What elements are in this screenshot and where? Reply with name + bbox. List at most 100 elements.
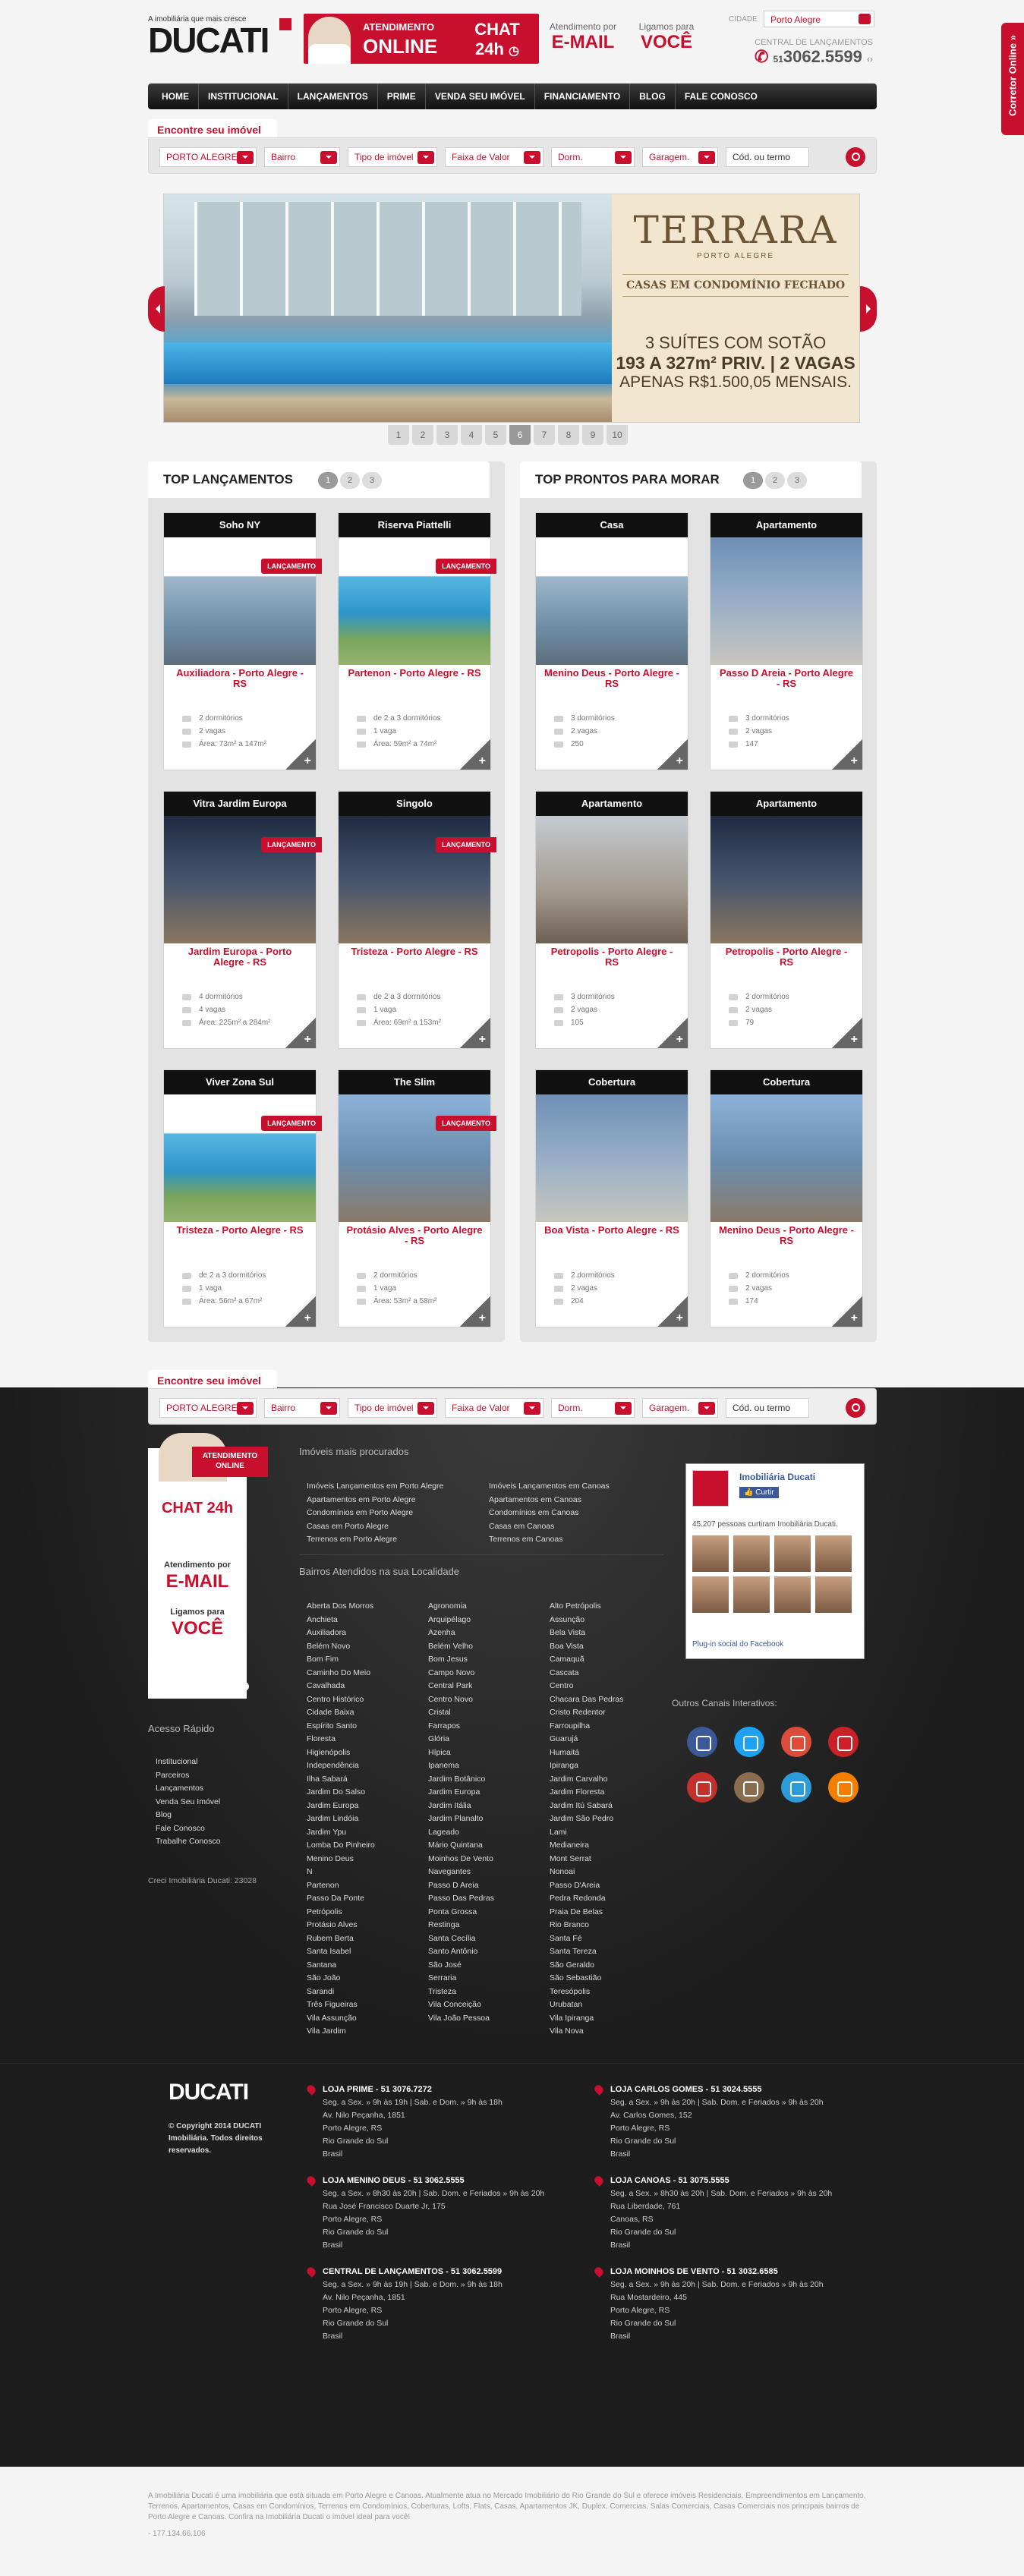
page-button[interactable]: 1 [318,472,338,489]
avatar[interactable] [815,1576,852,1613]
footer-link[interactable]: Apartamentos em Porto Alegre [307,1494,443,1507]
footer-link[interactable]: Lomba Do Pinheiro [307,1839,375,1853]
property-card[interactable]: Singolo LANÇAMENTO Tristeza - Porto Alegre… [338,791,496,1049]
plus-icon[interactable] [832,1018,862,1048]
nav-lancamentos[interactable]: LANÇAMENTOS [288,83,378,109]
footer-link[interactable]: Jardim Europa [428,1786,494,1800]
slider-page[interactable]: 2 [412,425,433,445]
footer-link[interactable]: Santana [307,1959,375,1973]
footer-link[interactable]: Vila Ipiranga [550,2012,623,2026]
nav-venda[interactable]: VENDA SEU IMÓVEL [426,83,535,109]
footer-link[interactable]: Teresópolis [550,1986,623,1999]
plus-icon[interactable] [832,739,862,770]
card-name[interactable]: Apartamento [710,513,862,537]
search-tipo-select[interactable]: Tipo de imóvel [348,147,437,167]
nav-financiamento[interactable]: FINANCIAMENTO [535,83,631,109]
footer-link[interactable]: N [307,1866,375,1879]
footer-link[interactable]: Alto Petrópolis [550,1600,623,1614]
footer-link[interactable]: Cidade Baixa [307,1706,375,1720]
avatar[interactable] [815,1535,852,1572]
card-photo[interactable] [339,1094,490,1222]
search-valor-select[interactable]: Faixa de Valor [445,1398,544,1418]
facebook-plugin-label[interactable]: Plug-in social do Facebook [692,1640,783,1649]
facebook-widget[interactable]: Imobiliária Ducati 👍 Curtir 45.207 pesso… [685,1463,865,1659]
prev-arrow-icon[interactable] [148,1682,157,1691]
city-select[interactable]: Porto Alegre [764,11,874,27]
avatar[interactable] [692,1535,729,1572]
property-card[interactable]: Riserva Piattelli LANÇAMENTO Partenon - Po… [338,512,496,770]
card-photo[interactable] [164,816,316,943]
slider-page[interactable]: 7 [534,425,555,445]
card-location[interactable]: Partenon - Porto Alegre - RS [346,668,483,679]
google-icon[interactable] [781,1727,811,1757]
footer-link[interactable]: Cavalhada [307,1680,375,1693]
card-name[interactable]: Vitra Jardim Europa [164,792,316,816]
footer-link[interactable]: Rio Branco [550,1919,623,1932]
slider-page[interactable]: 10 [607,425,628,445]
card-name[interactable]: Viver Zona Sul [164,1070,316,1094]
footer-link[interactable]: Medianeira [550,1839,623,1853]
search-dorm-select[interactable]: Dorm. [551,1398,635,1418]
plus-icon[interactable] [285,1296,316,1327]
footer-link[interactable]: Petrópolis [307,1906,375,1919]
card-name[interactable]: Apartamento [710,792,862,816]
footer-link[interactable]: Passo Da Ponte [307,1892,375,1906]
property-card[interactable]: Soho NY LANÇAMENTO Auxiliadora - Porto Ale… [163,512,322,770]
plus-icon[interactable] [285,1018,316,1048]
card-location[interactable]: Menino Deus - Porto Alegre - RS [718,1225,855,1246]
nav-fale-conosco[interactable]: FALE CONOSCO [676,83,767,109]
avatar[interactable] [774,1535,811,1572]
foursquare-icon[interactable] [781,1772,811,1803]
card-photo[interactable] [536,1094,688,1222]
property-card[interactable]: Apartamento Passo D Areia - Porto Alegre … [710,512,863,770]
footer-link[interactable]: Boa Vista [550,1640,623,1654]
footer-link[interactable]: Menino Deus [307,1853,375,1866]
footer-link[interactable]: Santa Tereza [550,1945,623,1959]
page-button[interactable]: 2 [340,472,360,489]
card-name[interactable]: Cobertura [710,1070,862,1094]
footer-link[interactable]: Mont Serrat [550,1853,623,1866]
arrows-icon[interactable]: ‹› [867,54,873,65]
footer-link[interactable]: Condomínios em Canoas [489,1507,610,1520]
card-location[interactable]: Passo D Areia - Porto Alegre - RS [718,668,855,689]
footer-link[interactable]: Três Figueiras [307,1998,375,2012]
footer-link[interactable]: Floresta [307,1733,375,1746]
footer-link[interactable]: Terrenos em Porto Alegre [307,1533,443,1547]
footer-link[interactable]: Bom Fim [307,1653,375,1667]
chat-banner[interactable]: ATENDIMENTO ONLINE CHAT 24h ◷ [304,14,539,64]
footer-link[interactable]: Santo Antônio [428,1945,494,1959]
search-term-input[interactable]: Cód. ou termo [726,147,809,167]
slider-page[interactable]: 1 [388,425,409,445]
footer-link[interactable]: Institucional [156,1756,220,1769]
footer-link[interactable]: Espírito Santo [307,1720,375,1734]
footer-link[interactable]: Passo Das Pedras [428,1892,494,1906]
card-location[interactable]: Petropolis - Porto Alegre - RS [544,946,680,968]
search-valor-select[interactable]: Faixa de Valor [445,147,544,167]
footer-link[interactable]: Jardim Itália [428,1800,494,1813]
footer-link[interactable]: Higienópolis [307,1746,375,1760]
footer-link[interactable]: Nonoai [550,1866,623,1879]
search-garagem-select[interactable]: Garagem. [642,1398,718,1418]
plus-icon[interactable] [460,1018,490,1048]
footer-link[interactable]: Rubem Berta [307,1932,375,1946]
slider-prev-button[interactable] [148,286,165,332]
card-photo[interactable] [710,537,862,665]
card-photo[interactable] [339,537,490,665]
footer-link[interactable]: Vila João Pessoa [428,2012,494,2026]
card-photo[interactable] [710,816,862,943]
page-button[interactable]: 3 [787,472,807,489]
footer-link[interactable]: Lançamentos [156,1782,220,1796]
footer-link[interactable]: Moinhos De Vento [428,1853,494,1866]
page-button[interactable]: 2 [765,472,785,489]
nav-institucional[interactable]: INSTITUCIONAL [199,83,288,109]
card-name[interactable]: Singolo [339,792,490,816]
card-photo[interactable] [339,816,490,943]
slider-page[interactable]: 9 [582,425,603,445]
logo[interactable]: A imobiliária que mais cresce DUCATI [148,15,296,61]
footer-link[interactable]: Cascata [550,1667,623,1680]
footer-link[interactable]: Santa Isabel [307,1945,375,1959]
slider-next-button[interactable] [860,286,877,332]
footer-link[interactable]: Imóveis Lançamentos em Porto Alegre [307,1480,443,1494]
plus-icon[interactable] [460,1296,490,1327]
footer-link[interactable]: Navegantes [428,1866,494,1879]
